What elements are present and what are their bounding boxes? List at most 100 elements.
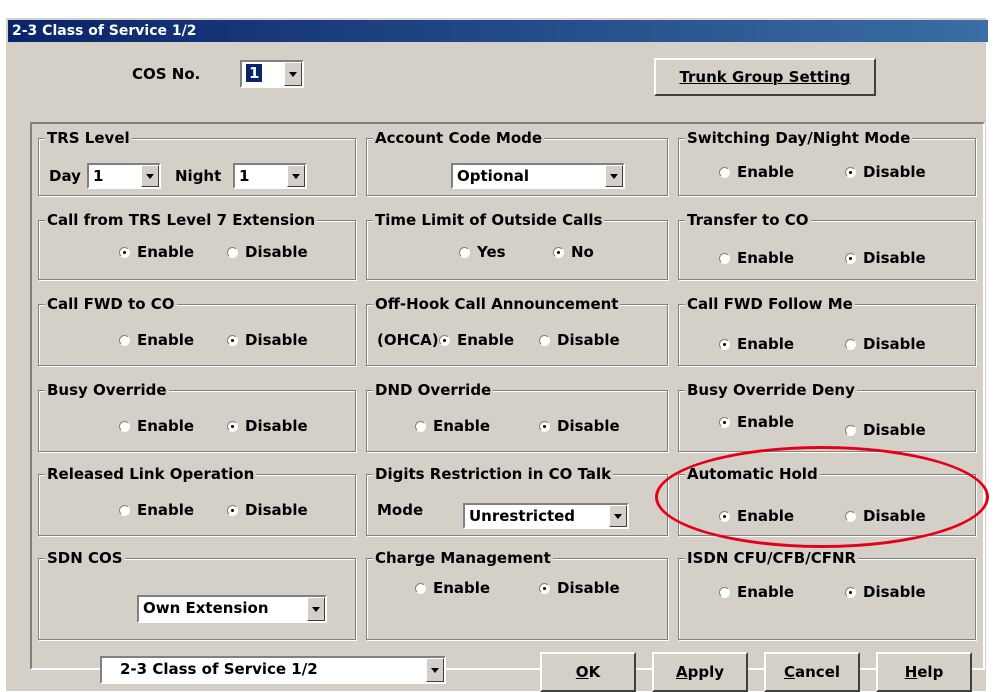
radio-icon	[553, 246, 564, 258]
day-value: 1	[93, 167, 104, 185]
radio-icon	[415, 420, 426, 432]
group-ohca: Off-Hook Call Announcement (OHCA) Enable…	[366, 294, 668, 366]
radio-label: Enable	[737, 413, 795, 431]
group-title: TRS Level	[45, 128, 132, 148]
radio-dnd-disable[interactable]: Disable	[539, 417, 620, 435]
group-dnd-override: DND Override Enable Disable	[366, 380, 668, 452]
radio-label: No	[571, 243, 594, 261]
cos-number-select[interactable]: 1	[240, 60, 304, 88]
radio-trs7-disable[interactable]: Disable	[227, 243, 308, 261]
radio-switching-disable[interactable]: Disable	[845, 163, 926, 181]
apply-button[interactable]: Apply	[652, 652, 748, 692]
radio-label: Enable	[137, 331, 195, 349]
group-digits-restriction: Digits Restriction in CO Talk Mode Unres…	[366, 464, 668, 536]
radio-released-enable[interactable]: Enable	[119, 501, 194, 519]
group-title: ISDN CFU/CFB/CFNR	[685, 548, 859, 568]
radio-label: Disable	[863, 335, 926, 353]
page-select[interactable]: 2-3 Class of Service 1/2	[100, 656, 446, 684]
day-trs-select[interactable]: 1	[87, 163, 161, 189]
radio-icon	[119, 504, 130, 516]
radio-deny-disable[interactable]: Disable	[845, 421, 926, 439]
group-title: Time Limit of Outside Calls	[373, 210, 605, 230]
radio-fwd-co-enable[interactable]: Enable	[119, 331, 194, 349]
radio-ohca-disable[interactable]: Disable	[539, 331, 620, 349]
radio-label: Enable	[737, 583, 795, 601]
radio-icon	[227, 246, 238, 258]
radio-icon	[719, 510, 730, 522]
group-account-code: Account Code Mode Optional	[366, 128, 668, 196]
radio-label: Disable	[245, 331, 308, 349]
radio-trs7-enable[interactable]: Enable	[119, 243, 194, 261]
group-title: Call FWD Follow Me	[685, 294, 855, 314]
help-button[interactable]: Help	[876, 652, 972, 692]
radio-deny-enable[interactable]: Enable	[719, 413, 794, 431]
group-call-from-trs7: Call from TRS Level 7 Extension Enable D…	[38, 210, 356, 280]
chevron-down-icon[interactable]	[284, 62, 302, 86]
chevron-down-icon[interactable]	[287, 165, 305, 187]
radio-icon	[845, 252, 856, 264]
cancel-accel: C	[783, 663, 795, 681]
trunk-group-setting-button[interactable]: Trunk Group Setting	[654, 58, 876, 96]
group-automatic-hold: Automatic Hold Enable Disable	[678, 464, 976, 536]
trunk-group-label: Trunk Group Setting	[679, 68, 851, 86]
dialog-window: 2-3 Class of Service 1/2 COS No. 1 Trunk…	[6, 18, 988, 692]
radio-charge-enable[interactable]: Enable	[415, 579, 490, 597]
group-isdn-cfu: ISDN CFU/CFB/CFNR Enable Disable	[678, 548, 976, 640]
ok-button[interactable]: OK	[540, 652, 636, 692]
radio-released-disable[interactable]: Disable	[227, 501, 308, 519]
help-accel: H	[904, 663, 918, 681]
radio-icon	[845, 424, 856, 436]
chevron-down-icon[interactable]	[605, 165, 623, 187]
radio-auto-hold-disable[interactable]: Disable	[845, 507, 926, 525]
group-title: Call from TRS Level 7 Extension	[45, 210, 318, 230]
group-title: Account Code Mode	[373, 128, 545, 148]
radio-dnd-enable[interactable]: Enable	[415, 417, 490, 435]
chevron-down-icon[interactable]	[307, 597, 325, 621]
radio-time-limit-no[interactable]: No	[553, 243, 594, 261]
radio-follow-disable[interactable]: Disable	[845, 335, 926, 353]
radio-transfer-disable[interactable]: Disable	[845, 249, 926, 267]
radio-label: Disable	[863, 507, 926, 525]
radio-transfer-enable[interactable]: Enable	[719, 249, 794, 267]
radio-ohca-enable[interactable]: Enable	[439, 331, 514, 349]
chevron-down-icon[interactable]	[609, 505, 627, 527]
account-code-select[interactable]: Optional	[451, 163, 625, 189]
radio-auto-hold-enable[interactable]: Enable	[719, 507, 794, 525]
group-released-link: Released Link Operation Enable Disable	[38, 464, 356, 536]
radio-label: Enable	[137, 501, 195, 519]
group-title: Busy Override	[45, 380, 169, 400]
radio-icon	[119, 334, 130, 346]
radio-icon	[227, 504, 238, 516]
account-code-value: Optional	[457, 167, 530, 185]
page-select-value: 2-3 Class of Service 1/2	[120, 660, 318, 678]
title-bar: 2-3 Class of Service 1/2	[8, 20, 988, 42]
radio-busy-enable[interactable]: Enable	[119, 417, 194, 435]
radio-icon	[719, 416, 730, 428]
radio-charge-disable[interactable]: Disable	[539, 579, 620, 597]
radio-icon	[719, 252, 730, 264]
radio-label: Enable	[737, 507, 795, 525]
radio-follow-enable[interactable]: Enable	[719, 335, 794, 353]
radio-isdn-enable[interactable]: Enable	[719, 583, 794, 601]
group-switching-day-night: Switching Day/Night Mode Enable Disable	[678, 128, 976, 196]
radio-icon	[119, 420, 130, 432]
chevron-down-icon[interactable]	[141, 165, 159, 187]
radio-label: Disable	[863, 421, 926, 439]
radio-fwd-co-disable[interactable]: Disable	[227, 331, 308, 349]
chevron-down-icon[interactable]	[426, 658, 444, 682]
radio-isdn-disable[interactable]: Disable	[845, 583, 926, 601]
sdn-cos-select[interactable]: Own Extension	[137, 595, 327, 623]
radio-busy-disable[interactable]: Disable	[227, 417, 308, 435]
cos-number-value: 1	[246, 64, 263, 82]
cancel-button[interactable]: Cancel	[764, 652, 860, 692]
radio-label: Disable	[245, 243, 308, 261]
group-title: Automatic Hold	[685, 464, 820, 484]
apply-accel: A	[675, 663, 688, 681]
group-transfer-to-co: Transfer to CO Enable Disable	[678, 210, 976, 280]
digits-mode-select[interactable]: Unrestricted	[463, 503, 629, 529]
night-trs-select[interactable]: 1	[233, 163, 307, 189]
group-title: Busy Override Deny	[685, 380, 857, 400]
group-charge-management: Charge Management Enable Disable	[366, 548, 668, 640]
radio-switching-enable[interactable]: Enable	[719, 163, 794, 181]
radio-time-limit-yes[interactable]: Yes	[459, 243, 506, 261]
